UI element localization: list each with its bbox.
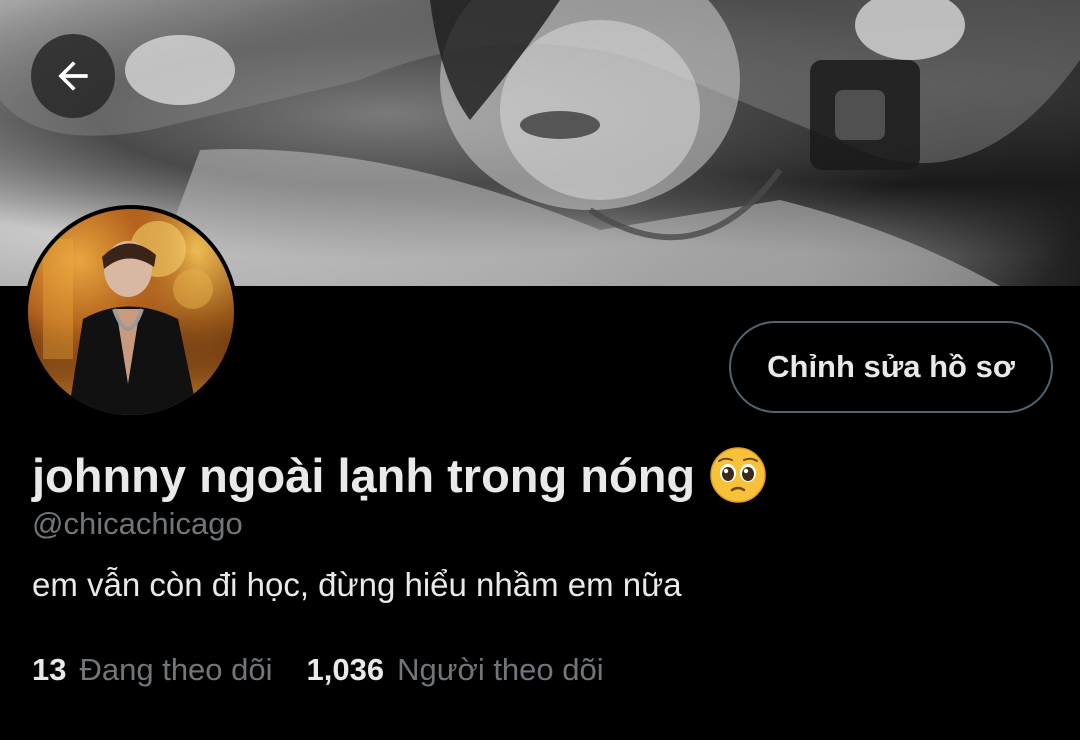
display-name: johnny ngoài lạnh trong nóng [32,445,767,505]
avatar-photo [28,209,234,415]
followers-link[interactable]: 1,036 Người theo dõi [307,652,604,688]
back-button[interactable] [31,34,115,118]
edit-profile-button[interactable]: Chỉnh sửa hồ sơ [729,321,1053,413]
profile-handle: @chicachicago [32,506,243,541]
following-count: 13 [32,652,67,687]
pleading-face-icon [709,446,767,504]
followers-count: 1,036 [306,652,385,687]
followers-label: Người theo dõi [397,652,604,687]
display-name-text: johnny ngoài lạnh trong nóng [32,448,696,502]
following-label: Đang theo dõi [79,652,273,687]
follow-stats: 13 Đang theo dõi 1,036 Người theo dõi [32,652,604,688]
profile-bio: em vẫn còn đi học, đừng hiểu nhầm em nữa [32,566,682,603]
following-link[interactable]: 13 Đang theo dõi [32,652,273,688]
avatar[interactable] [24,205,238,419]
arrow-left-icon [58,61,88,91]
